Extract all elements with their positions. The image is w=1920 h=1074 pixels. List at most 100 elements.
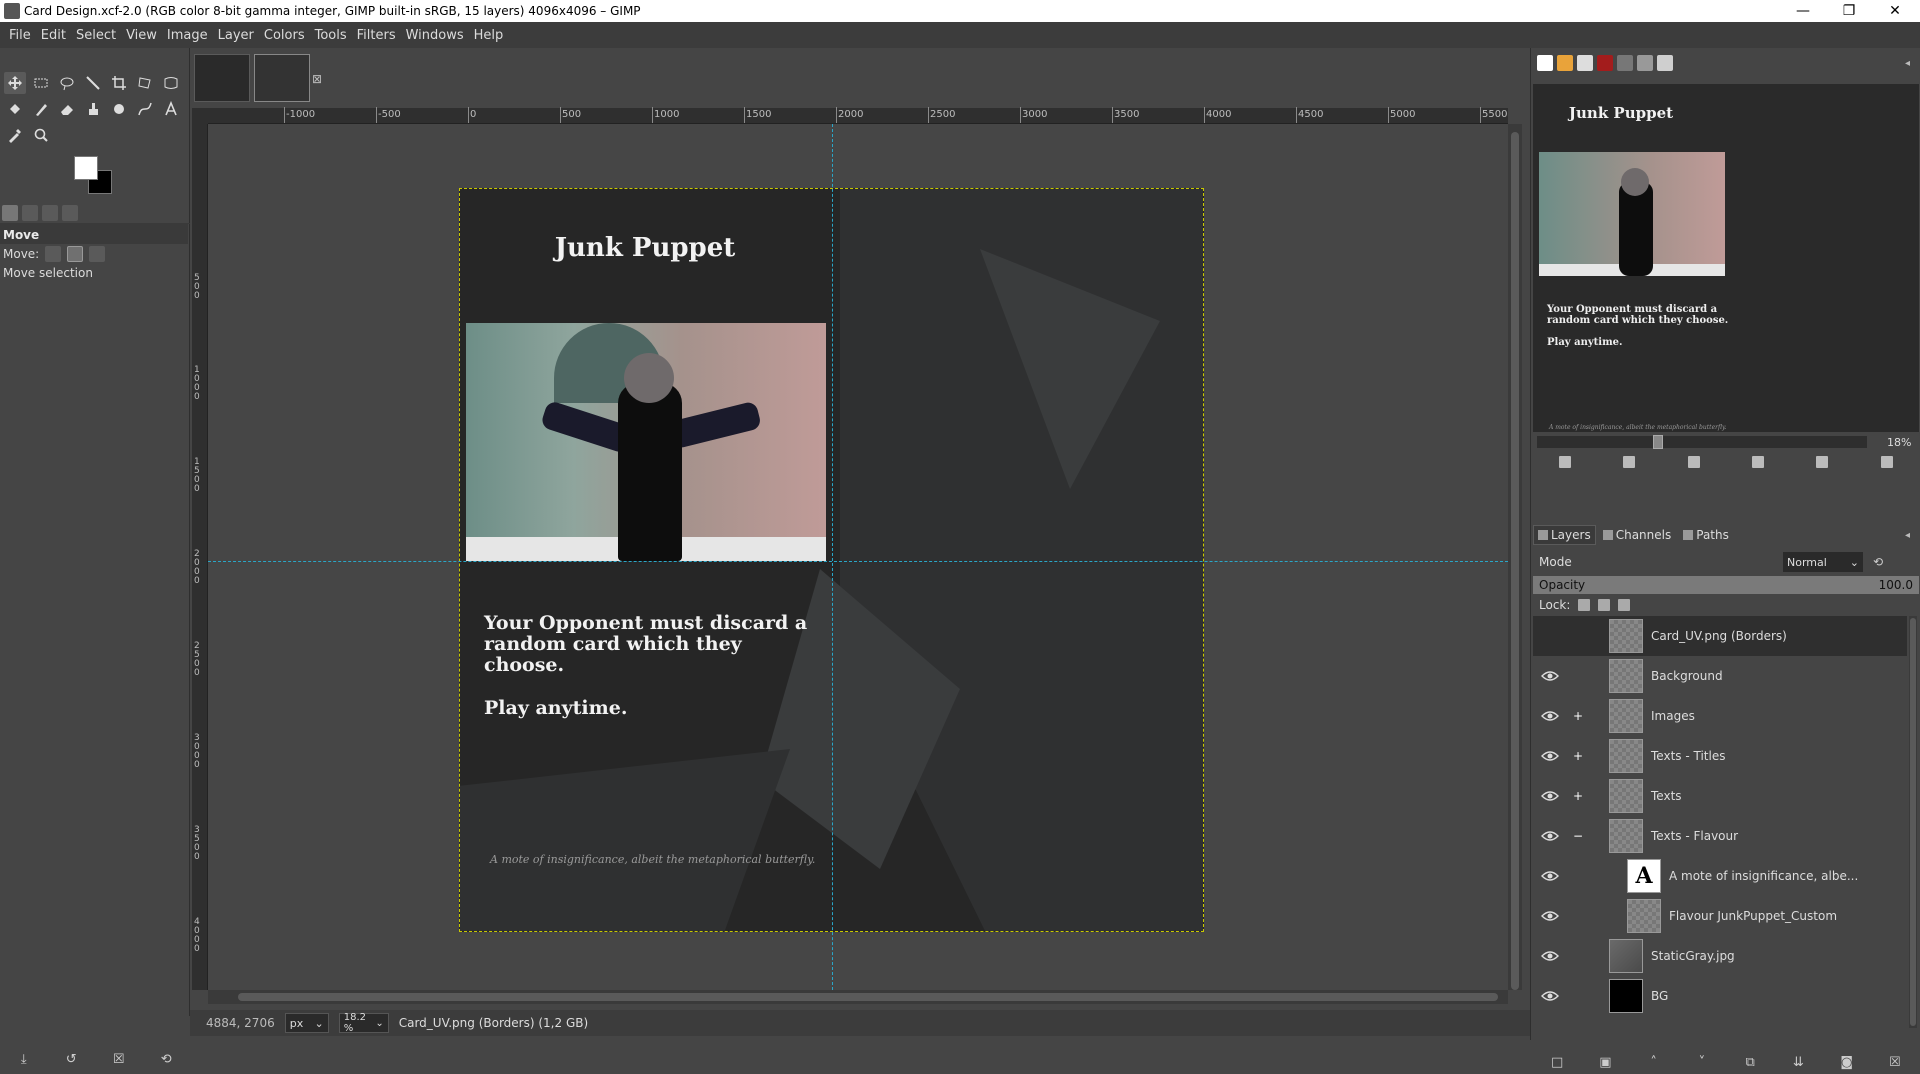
layer-row[interactable]: + Images [1533, 696, 1907, 736]
reset-options-icon[interactable]: ⟲ [159, 1053, 173, 1067]
navigation-tab-icon[interactable] [1657, 55, 1673, 71]
move-selection-mode-icon[interactable] [67, 246, 84, 262]
zoom-tool-icon[interactable] [30, 124, 52, 146]
zoom-1to1-icon[interactable] [1687, 456, 1700, 468]
dock-menu-icon[interactable]: ◂ [1905, 58, 1915, 69]
duplicate-layer-icon[interactable]: ⧉ [1743, 1056, 1757, 1070]
eye-visibility-icon[interactable] [1541, 710, 1559, 722]
eye-visibility-icon[interactable] [1541, 830, 1559, 842]
eraser-icon[interactable] [56, 98, 78, 120]
mode-reset-icon[interactable]: ⟲ [1873, 555, 1883, 569]
layer-row[interactable]: + Texts [1533, 776, 1907, 816]
layer-opacity-slider[interactable]: Opacity 100.0 [1533, 576, 1919, 594]
canvas-horizontal-scrollbar[interactable] [208, 990, 1508, 1004]
save-options-icon[interactable]: ⤓ [17, 1053, 31, 1067]
paint-dynamics-tab-icon[interactable] [1637, 55, 1653, 71]
vertical-guide[interactable] [832, 124, 833, 990]
unified-transform-icon[interactable] [134, 72, 156, 94]
color-picker-icon[interactable] [4, 124, 26, 146]
zoom-out-icon[interactable] [1559, 456, 1572, 468]
vscroll-thumb[interactable] [1511, 132, 1519, 990]
crop-icon[interactable] [108, 72, 130, 94]
restore-options-icon[interactable]: ↺ [64, 1053, 78, 1067]
zoom-selector[interactable]: 18.2 % ⌄ [338, 1012, 389, 1034]
rect-select-icon[interactable] [30, 72, 52, 94]
layer-row[interactable]: Background [1533, 656, 1907, 696]
move-tool-icon[interactable] [4, 72, 26, 94]
layer-row[interactable]: Card_UV.png (Borders) [1533, 616, 1907, 656]
delete-layer-icon[interactable]: ☒ [1888, 1056, 1902, 1070]
add-mask-icon[interactable]: ◙ [1840, 1056, 1854, 1070]
vertical-ruler[interactable]: 500 1000 1500 2000 2500 3000 3500 4000 [192, 124, 208, 990]
unit-selector[interactable]: px ⌄ [284, 1013, 329, 1033]
foreground-color-swatch[interactable] [74, 156, 98, 180]
tab-channels[interactable]: Channels [1598, 525, 1677, 545]
eye-visibility-icon[interactable] [1541, 950, 1559, 962]
expand-group-icon[interactable]: + [1573, 710, 1583, 722]
expand-group-icon[interactable]: + [1573, 750, 1583, 762]
anchor-layer-icon[interactable]: ⇊ [1791, 1056, 1805, 1070]
tool-options-tab-icon[interactable] [2, 204, 18, 221]
layer-row[interactable]: A A mote of insignificance, albe... [1533, 856, 1907, 896]
layer-row[interactable]: + Texts - Titles [1533, 736, 1907, 776]
new-layer-group-icon[interactable]: ▣ [1598, 1056, 1612, 1070]
lock-alpha-icon[interactable] [1618, 599, 1631, 611]
move-layer-mode-icon[interactable] [45, 246, 62, 262]
restore-icon[interactable]: ❐ [1826, 0, 1872, 22]
eye-visibility-icon[interactable] [1541, 750, 1559, 762]
fg-bg-color-selector[interactable] [70, 152, 122, 200]
navigator-zoom-slider[interactable] [1537, 435, 1867, 449]
ruler-corner[interactable] [192, 108, 208, 124]
menu-filters[interactable]: Filters [352, 28, 401, 43]
menu-edit[interactable]: Edit [36, 28, 71, 43]
layer-row[interactable]: − Texts - Flavour [1533, 816, 1907, 856]
move-path-mode-icon[interactable] [89, 246, 106, 262]
warp-transform-icon[interactable] [160, 72, 182, 94]
image-tab-1[interactable] [194, 54, 250, 102]
layers-scroll-thumb[interactable] [1910, 618, 1916, 1026]
shrink-wrap-icon[interactable] [1880, 456, 1893, 468]
bucket-fill-icon[interactable] [4, 98, 26, 120]
tab-paths[interactable]: Paths [1678, 525, 1734, 545]
fonts-tab-icon[interactable] [1577, 55, 1593, 71]
horizontal-guide[interactable] [208, 561, 1508, 562]
raise-layer-icon[interactable]: ˄ [1647, 1056, 1661, 1070]
smudge-icon[interactable] [108, 98, 130, 120]
hscroll-thumb[interactable] [238, 993, 1498, 1001]
menu-help[interactable]: Help [469, 28, 509, 43]
close-icon[interactable]: ✕ [1872, 0, 1918, 22]
lock-position-icon[interactable] [1598, 599, 1611, 611]
eye-visibility-icon[interactable] [1541, 670, 1559, 682]
tab-layers[interactable]: Layers [1533, 525, 1596, 545]
menu-view[interactable]: View [121, 28, 162, 43]
lasso-icon[interactable] [56, 72, 78, 94]
delete-options-icon[interactable]: ☒ [112, 1053, 126, 1067]
eye-visibility-icon[interactable] [1541, 870, 1559, 882]
palettes-tab-icon[interactable] [1597, 55, 1613, 71]
expand-group-icon[interactable]: + [1573, 790, 1583, 802]
image-tab-card-design[interactable] [254, 54, 310, 102]
lower-layer-icon[interactable]: ˅ [1695, 1056, 1709, 1070]
new-layer-icon[interactable]: □ [1550, 1056, 1564, 1070]
device-status-tab-icon[interactable] [42, 204, 58, 221]
clone-icon[interactable] [82, 98, 104, 120]
layers-scrollbar[interactable] [1909, 616, 1917, 1028]
brushes-tab-icon[interactable] [1537, 55, 1553, 71]
zoom-in-icon[interactable] [1623, 456, 1636, 468]
menu-select[interactable]: Select [71, 28, 121, 43]
close-image-tab-icon[interactable]: ⊠ [312, 72, 322, 86]
layer-row[interactable]: BG [1533, 976, 1907, 1016]
eye-visibility-icon[interactable] [1541, 790, 1559, 802]
menu-colors[interactable]: Colors [259, 28, 310, 43]
images-tab-icon[interactable] [62, 204, 78, 221]
layer-row[interactable]: Flavour JunkPuppet_Custom [1533, 896, 1907, 936]
menu-file[interactable]: File [4, 28, 36, 43]
navigator-preview[interactable]: Junk Puppet Your Opponent must discard a… [1533, 84, 1919, 432]
zoom-fit-icon[interactable] [1752, 456, 1765, 468]
paintbrush-icon[interactable] [30, 98, 52, 120]
text-tool-icon[interactable] [160, 98, 182, 120]
collapse-group-icon[interactable]: − [1573, 830, 1583, 842]
canvas-vertical-scrollbar[interactable] [1508, 124, 1522, 990]
layer-row[interactable]: StaticGray.jpg [1533, 936, 1907, 976]
layer-mode-select[interactable]: Normal ⌄ [1783, 552, 1863, 572]
